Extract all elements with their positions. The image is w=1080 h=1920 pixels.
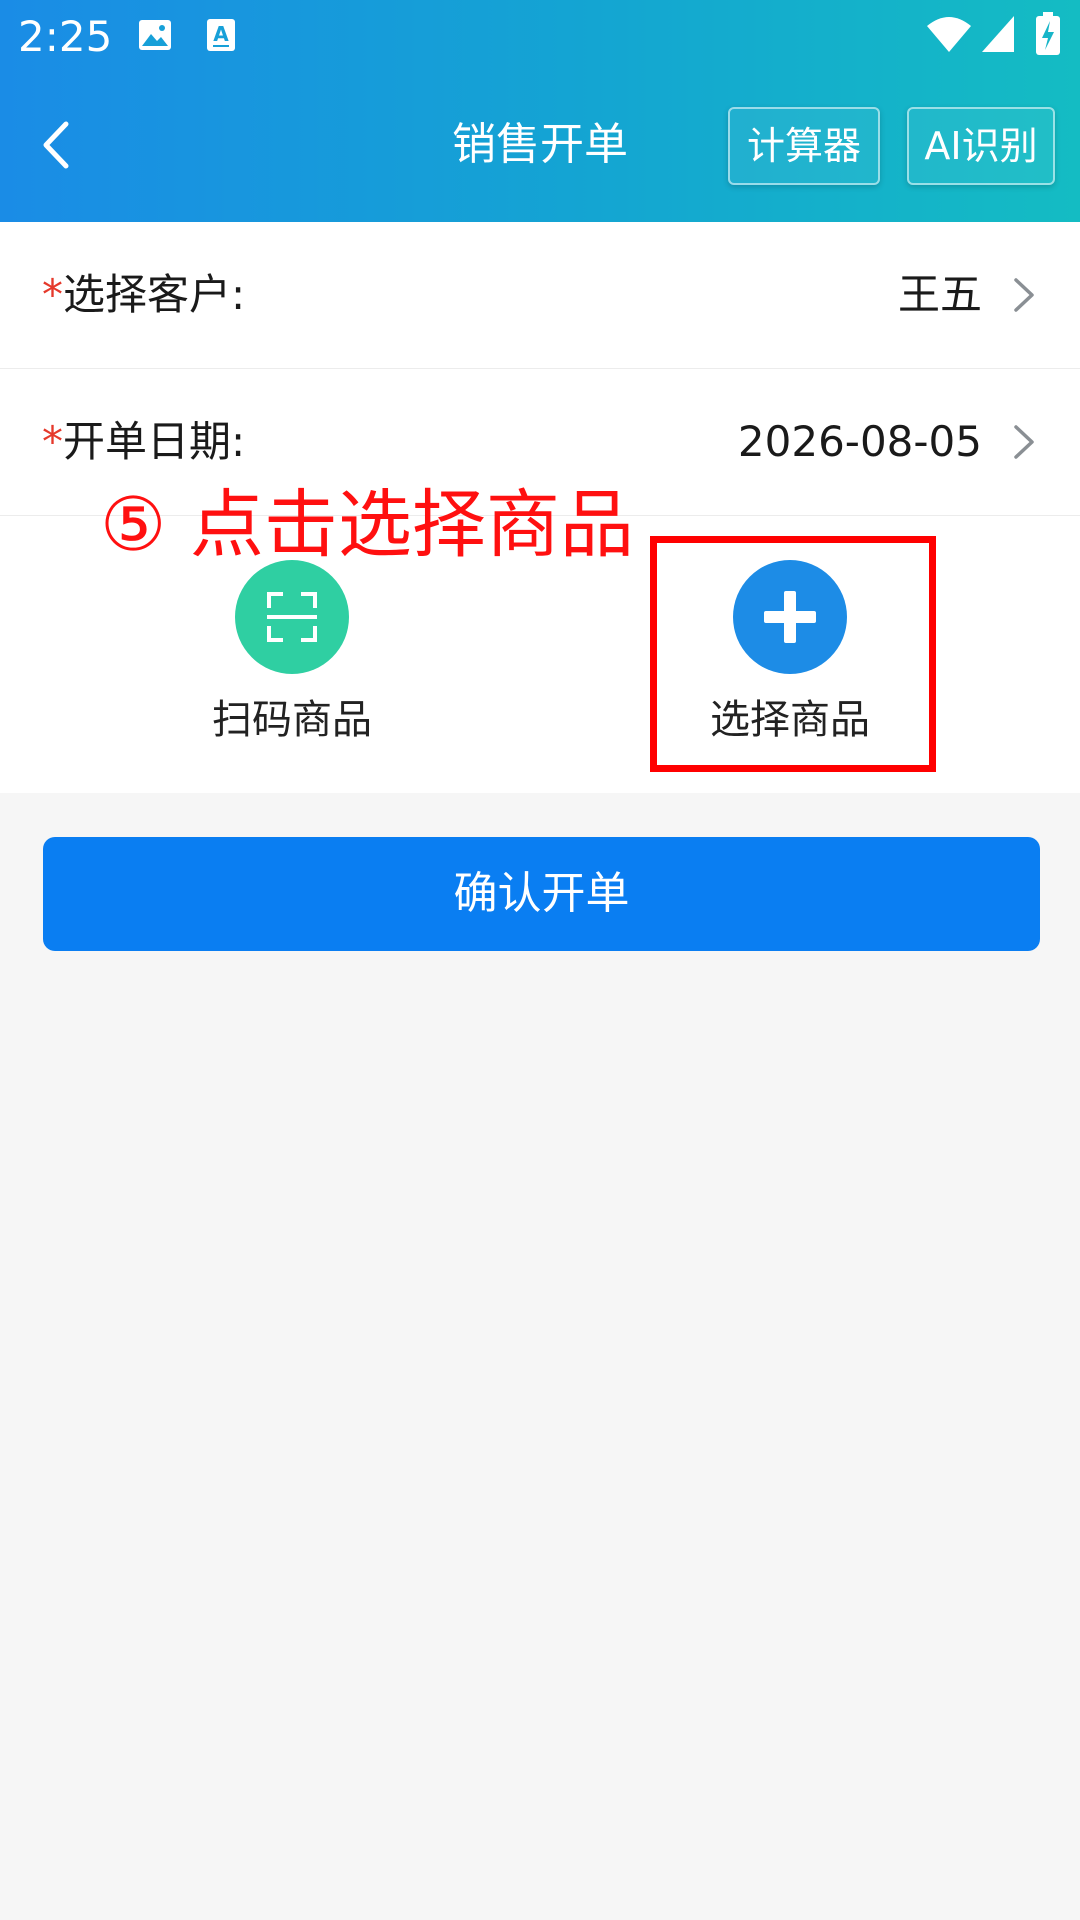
wifi-icon [927,17,971,52]
ai-recognition-button[interactable]: AI识别 [907,107,1055,185]
status-time: 2:25 [18,12,113,61]
chevron-right-icon [1014,425,1034,459]
customer-row[interactable]: *选择客户: 王五 [0,222,1080,369]
signal-icon [982,16,1014,52]
required-mark: * [42,270,63,319]
customer-value: 王五 [897,270,982,319]
calculator-button[interactable]: 计算器 [728,107,880,185]
scan-product-label[interactable]: 扫码商品 [172,694,412,746]
scan-product-button[interactable] [235,560,349,674]
chevron-right-icon [1014,278,1034,312]
date-value: 2026-08-05 [737,417,982,466]
highlight-box [650,536,936,772]
customer-label-text: 选择客户: [63,270,246,319]
annotation-text: ⑤ 点击选择商品 [100,482,634,568]
svg-text:A: A [213,22,229,46]
nav-bar: 销售开单 计算器 AI识别 [0,90,1080,200]
battery-charging-icon [1036,12,1060,55]
text-recognition-icon: A [207,19,235,51]
status-bar: 2:25 A [0,0,1080,74]
app-header: 2:25 A 销售开单 计算器 AI识别 [0,0,1080,222]
date-label: *开单日期: [42,414,245,470]
customer-label: *选择客户: [42,267,245,323]
date-label-text: 开单日期: [63,417,246,466]
order-form: *选择客户: 王五 *开单日期: 2026-08-05 [0,222,1080,516]
image-icon [139,20,171,50]
scan-icon [267,592,317,642]
confirm-order-button[interactable]: 确认开单 [43,837,1040,951]
required-mark: * [42,417,63,466]
